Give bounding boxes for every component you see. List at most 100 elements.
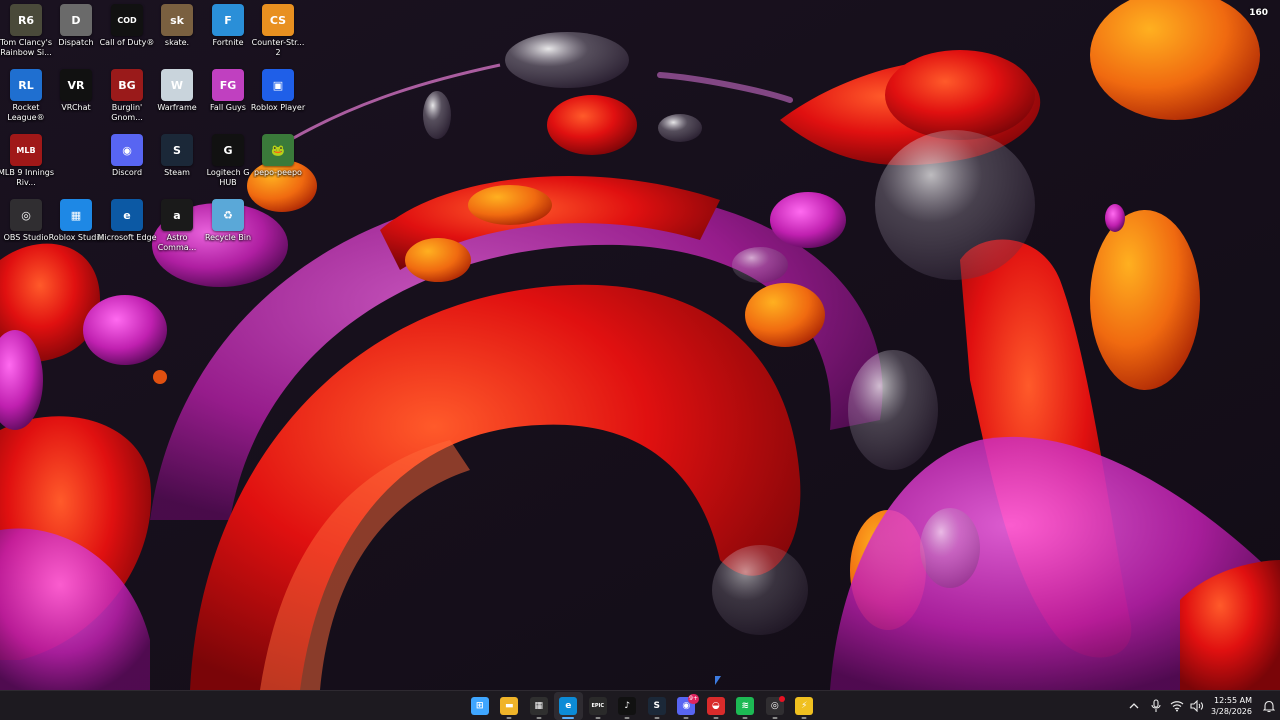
tiktok-icon: ♪ — [618, 697, 637, 715]
taskbar-button-epic-games[interactable]: EPIC — [583, 692, 613, 720]
bell-icon — [1263, 700, 1275, 712]
yellow-app-icon: ⚡ — [795, 697, 814, 715]
dispatch-icon: D — [60, 4, 92, 36]
volume-tray-icon[interactable] — [1187, 691, 1207, 720]
taskbar-button-file-explorer[interactable]: ▬ — [495, 692, 525, 720]
desktop-icon-fortnite[interactable]: F Fortnite — [202, 4, 254, 66]
taskbar-apps: ⊞ ▬ ▦ e EPIC ♪ S ◉ 9+ ◒ ≋ ◎ ⚡ — [465, 691, 819, 720]
running-indicator — [562, 717, 575, 719]
notification-badge: 9+ — [688, 694, 699, 704]
desktop-icon-burglin-gnomes[interactable]: BG Burglin' Gnom... — [101, 69, 153, 131]
warframe-icon: W — [161, 69, 193, 101]
desktop-icon-obs-studio[interactable]: ◎ OBS Studio — [0, 199, 52, 261]
folder-icon: ▬ — [500, 697, 519, 715]
running-indicator — [683, 717, 689, 719]
wifi-icon — [1170, 701, 1184, 712]
desktop-icon-steam[interactable]: S Steam — [151, 134, 203, 196]
red-app-icon: ◒ — [706, 697, 725, 715]
taskbar-button-obs[interactable]: ◎ — [760, 692, 790, 720]
desktop-icon-vrchat[interactable]: VR VRChat — [50, 69, 102, 131]
desktop-icon-fall-guys[interactable]: FG Fall Guys — [202, 69, 254, 131]
show-hidden-icons-button[interactable] — [1123, 691, 1145, 720]
fortnite-icon: F — [212, 4, 244, 36]
running-indicator — [801, 717, 807, 719]
microphone-tray-icon[interactable] — [1145, 691, 1167, 720]
logitech-ghub-icon: G — [212, 134, 244, 166]
fps-counter: 160 — [1249, 8, 1268, 18]
rainbow-six-icon: R6 — [10, 4, 42, 36]
speaker-icon — [1190, 700, 1204, 712]
desktop-icon-logitech-ghub[interactable]: G Logitech G HUB — [202, 134, 254, 196]
taskbar-button-steam[interactable]: S — [642, 692, 672, 720]
desktop-icon-discord[interactable]: ◉ Discord — [101, 134, 153, 196]
clock[interactable]: 12:55 AM 3/28/2026 — [1207, 691, 1258, 720]
desktop-icon-pepo-peepo[interactable]: 🐸 pepo-peepo — [252, 134, 304, 196]
running-indicator — [506, 717, 512, 719]
desktop-icon-label: MLB 9 Innings Riv... — [0, 168, 55, 187]
microphone-icon — [1151, 699, 1161, 712]
desktop-icon-label: Counter-Str... 2 — [251, 38, 305, 57]
call-of-duty-icon: COD — [111, 4, 143, 36]
desktop-icon-warframe[interactable]: W Warframe — [151, 69, 203, 131]
desktop-icon-roblox-studio[interactable]: ▦ Roblox Studio — [49, 199, 103, 261]
pepo-peepo-icon: 🐸 — [262, 134, 294, 166]
desktop-icon-skate[interactable]: sk skate. — [151, 4, 203, 66]
desktop-icon-label: Roblox Player — [250, 103, 306, 112]
epic-games-icon: EPIC — [588, 697, 607, 715]
rocket-league-icon: RL — [10, 69, 42, 101]
taskbar: ⊞ ▬ ▦ e EPIC ♪ S ◉ 9+ ◒ ≋ ◎ ⚡ 12:55 AM 3/28/2026 — [0, 690, 1280, 720]
desktop-icon-dispatch[interactable]: D Dispatch — [50, 4, 102, 66]
desktop-icon-counter-strike[interactable]: CS Counter-Str... 2 — [252, 4, 304, 66]
taskbar-button-spotify[interactable]: ≋ — [731, 692, 761, 720]
running-indicator — [772, 717, 778, 719]
taskbar-button-tiktok[interactable]: ♪ — [613, 692, 643, 720]
desktop-icon-edge[interactable]: e Microsoft Edge — [97, 199, 157, 261]
vrchat-icon: VR — [60, 69, 92, 101]
counter-strike-icon: CS — [262, 4, 294, 36]
recording-dot — [778, 696, 785, 702]
clock-time: 12:55 AM — [1214, 696, 1252, 705]
edge-icon: e — [559, 697, 578, 715]
running-indicator — [624, 717, 630, 719]
steam-icon: S — [647, 697, 666, 715]
desktop-icon-astro-command[interactable]: a Astro Comma... — [151, 199, 203, 261]
notifications-button[interactable] — [1258, 691, 1280, 720]
clock-date: 3/28/2026 — [1210, 707, 1252, 716]
astro-command-icon: a — [161, 199, 193, 231]
desktop-icon-rocket-league[interactable]: RL Rocket League® — [0, 69, 52, 131]
taskbar-button-edge[interactable]: e — [553, 692, 583, 720]
recycle-bin-icon: ♻ — [212, 199, 244, 231]
burglin-gnomes-icon: BG — [111, 69, 143, 101]
edge-icon: e — [111, 199, 143, 231]
wifi-tray-icon[interactable] — [1167, 691, 1187, 720]
desktop-icon-recycle-bin[interactable]: ♻ Recycle Bin — [202, 199, 254, 261]
roblox-player-icon: ▣ — [262, 69, 294, 101]
desktop-icon-label: pepo-peepo — [254, 168, 302, 177]
desktop-icon-roblox-player[interactable]: ▣ Roblox Player — [251, 69, 305, 131]
desktop-icon-call-of-duty[interactable]: COD Call of Duty® — [100, 4, 154, 66]
mouse-cursor — [715, 676, 721, 685]
desktop-icon-label: Recycle Bin — [204, 233, 252, 242]
chevron-up-icon — [1129, 703, 1139, 709]
fall-guys-icon: FG — [212, 69, 244, 101]
spotify-icon: ≋ — [736, 697, 755, 715]
taskbar-button-app-red[interactable]: ◒ — [701, 692, 731, 720]
store-icon: ▦ — [529, 697, 548, 715]
running-indicator — [595, 717, 601, 719]
running-indicator — [713, 717, 719, 719]
running-indicator — [654, 717, 660, 719]
windows-start-icon: ⊞ — [470, 697, 489, 715]
taskbar-button-start[interactable]: ⊞ — [465, 692, 495, 720]
system-tray: 12:55 AM 3/28/2026 — [1123, 691, 1280, 720]
roblox-studio-icon: ▦ — [60, 199, 92, 231]
desktop-icon-rainbow-six[interactable]: R6 Tom Clancy's Rainbow Si... — [0, 4, 52, 66]
desktop-icon-mlb-innings[interactable]: MLB MLB 9 Innings Riv... — [0, 134, 54, 196]
taskbar-button-app-yellow[interactable]: ⚡ — [790, 692, 820, 720]
taskbar-button-discord[interactable]: ◉ 9+ — [672, 692, 702, 720]
running-indicator — [742, 717, 748, 719]
skate-icon: sk — [161, 4, 193, 36]
running-indicator — [536, 717, 542, 719]
obs-studio-icon: ◎ — [10, 199, 42, 231]
taskbar-button-store[interactable]: ▦ — [524, 692, 554, 720]
mlb-innings-icon: MLB — [10, 134, 42, 166]
